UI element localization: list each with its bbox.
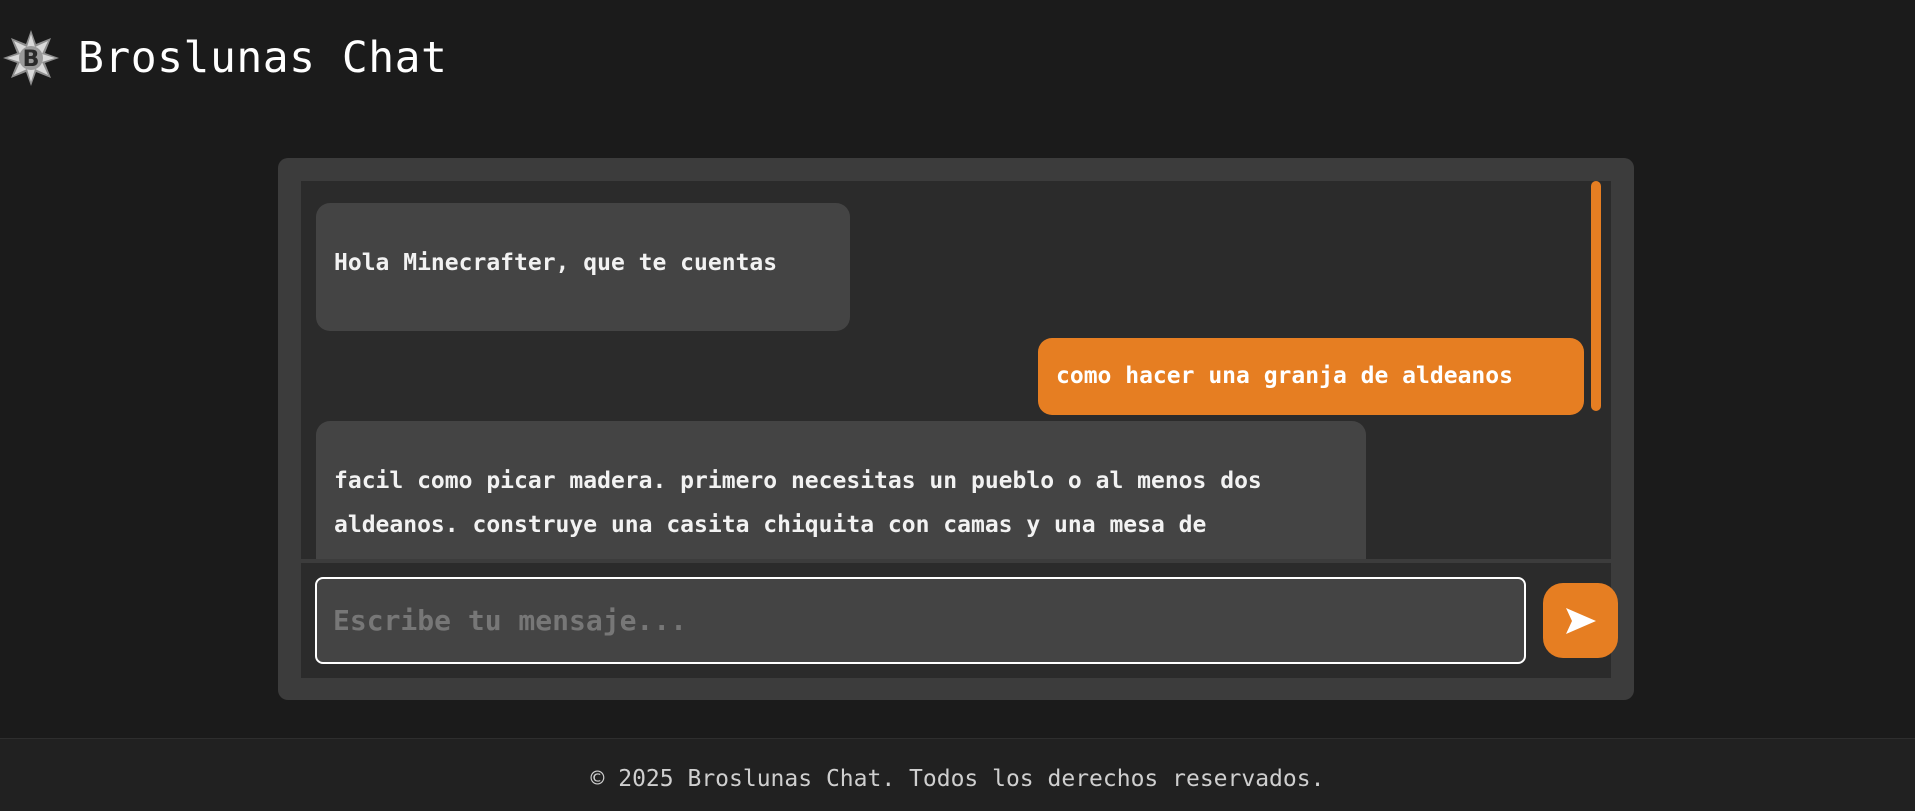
- send-icon: [1565, 607, 1596, 634]
- site-header: B Broslunas Chat: [0, 26, 447, 90]
- site-footer: © 2025 Broslunas Chat. Todos los derecho…: [0, 739, 1915, 811]
- user-message: como hacer una granja de aldeanos: [1038, 338, 1584, 415]
- chat-container: Hola Minecrafter, que te cuentas como ha…: [278, 158, 1634, 700]
- message-composer: [301, 563, 1618, 678]
- bot-message: Hola Minecrafter, que te cuentas: [316, 203, 850, 331]
- message-list[interactable]: Hola Minecrafter, que te cuentas como ha…: [301, 181, 1611, 559]
- scrollbar-thumb[interactable]: [1591, 181, 1601, 411]
- copyright-text: © 2025 Broslunas Chat. Todos los derecho…: [590, 766, 1325, 792]
- bot-message: facil como picar madera. primero necesit…: [316, 421, 1366, 559]
- send-button[interactable]: [1543, 583, 1618, 658]
- svg-text:B: B: [23, 47, 40, 72]
- broslunas-logo-icon: B: [3, 30, 59, 86]
- message-input[interactable]: [315, 577, 1526, 664]
- site-title: Broslunas Chat: [78, 33, 448, 83]
